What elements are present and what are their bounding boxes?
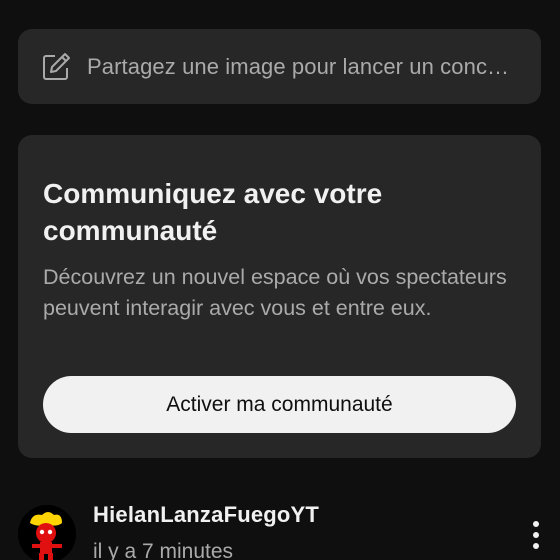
- edit-icon: [40, 51, 72, 83]
- post-header: HielanLanzaFuegoYT il y a 7 minutes: [0, 490, 560, 560]
- author-name[interactable]: HielanLanzaFuegoYT: [93, 502, 319, 528]
- post-timestamp: il y a 7 minutes: [93, 540, 234, 560]
- share-image-prompt[interactable]: Partagez une image pour lancer un conc…: [18, 29, 541, 104]
- community-promo-card: Communiquez avec votre communauté Découv…: [18, 135, 541, 458]
- share-placeholder: Partagez une image pour lancer un conc…: [87, 53, 510, 79]
- community-page: Partagez une image pour lancer un conc… …: [0, 0, 560, 560]
- card-description: Découvrez un nouvel espace où vos specta…: [43, 265, 507, 320]
- red-character-avatar: [18, 505, 76, 560]
- author-avatar[interactable]: [18, 505, 76, 560]
- activate-community-button[interactable]: Activer ma communauté: [43, 376, 516, 433]
- card-title: Communiquez avec votre communauté: [43, 178, 383, 246]
- more-vertical-icon[interactable]: [524, 518, 548, 552]
